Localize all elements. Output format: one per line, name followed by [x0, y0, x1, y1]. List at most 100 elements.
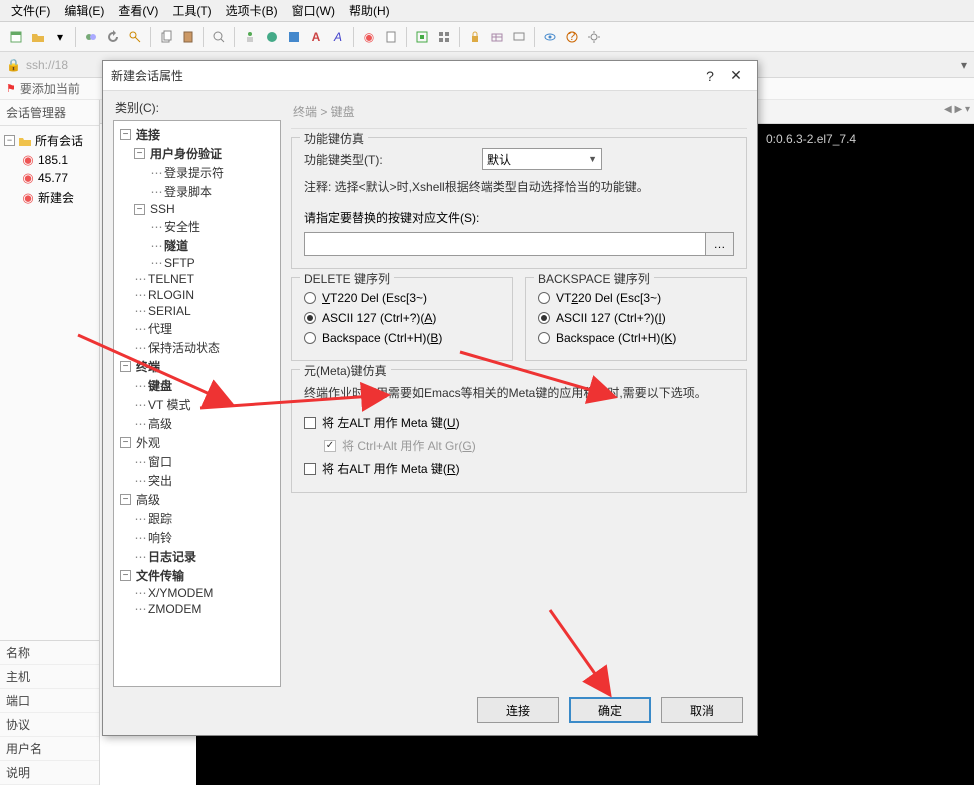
- cat-xymodem[interactable]: ⋯X/YMODEM: [116, 585, 278, 601]
- menu-view[interactable]: 查看(V): [111, 0, 165, 22]
- del-vt220[interactable]: VT220 Del (Esc[3~): [304, 288, 500, 308]
- dropdown-icon[interactable]: ▾: [50, 27, 70, 47]
- cat-logging[interactable]: ⋯日志记录: [116, 547, 278, 566]
- address-dropdown[interactable]: ▾: [954, 58, 974, 72]
- menu-file[interactable]: 文件(F): [4, 0, 57, 22]
- grid-icon[interactable]: [487, 27, 507, 47]
- settings-panel: 终端 > 键盘 功能键仿真 功能键类型(T): 默认 ▼ 注释: 选择<默认>时…: [291, 99, 747, 687]
- cat-appearance[interactable]: −外观: [116, 433, 278, 452]
- breadcrumb: 终端 > 键盘: [291, 99, 747, 129]
- copy-icon[interactable]: [156, 27, 176, 47]
- new-icon[interactable]: [6, 27, 26, 47]
- tree-item-1[interactable]: ◉ 45.77: [2, 169, 97, 187]
- menu-edit[interactable]: 编辑(E): [57, 0, 111, 22]
- session-manager: 会话管理器 − 所有会话 ◉ 185.1 ◉ 45.77 ◉ 新建会: [0, 100, 100, 785]
- fullscreen-icon[interactable]: [412, 27, 432, 47]
- browse-button[interactable]: …: [706, 232, 734, 256]
- cat-highlight[interactable]: ⋯突出: [116, 471, 278, 490]
- cat-filetrans[interactable]: −文件传输: [116, 566, 278, 585]
- cat-keepalive[interactable]: ⋯保持活动状态: [116, 338, 278, 357]
- swirl-icon[interactable]: ◉: [359, 27, 379, 47]
- globe-icon[interactable]: [262, 27, 282, 47]
- cat-trace[interactable]: ⋯跟踪: [116, 509, 278, 528]
- cat-terminal[interactable]: −终端: [116, 357, 278, 376]
- tree-item-label: 新建会: [38, 189, 74, 206]
- dialog-close-button[interactable]: ✕: [723, 67, 749, 84]
- cat-bell[interactable]: ⋯响铃: [116, 528, 278, 547]
- menu-window[interactable]: 窗口(W): [285, 0, 342, 22]
- cat-rlogin[interactable]: ⋯RLOGIN: [116, 287, 278, 303]
- connect-button[interactable]: 连接: [477, 697, 559, 723]
- function-key-group: 功能键仿真 功能键类型(T): 默认 ▼ 注释: 选择<默认>时,Xshell根…: [291, 137, 747, 269]
- cat-login-prompt[interactable]: ⋯登录提示符: [116, 163, 278, 182]
- prop-port: 端口: [0, 689, 99, 713]
- session-icon: ◉: [21, 191, 35, 205]
- cat-connection[interactable]: −连接: [116, 125, 278, 144]
- tree-root-label: 所有会话: [35, 132, 83, 149]
- bksp-vt220[interactable]: VT220 Del (Esc[3~): [538, 288, 734, 308]
- cat-keyboard[interactable]: ⋯键盘: [116, 376, 278, 395]
- cat-serial[interactable]: ⋯SERIAL: [116, 303, 278, 319]
- category-label: 类别(C):: [113, 99, 281, 120]
- bksp-backspace[interactable]: Backspace (Ctrl+H)(K): [538, 328, 734, 348]
- svg-text:?: ?: [569, 30, 576, 43]
- cat-adv[interactable]: −高级: [116, 490, 278, 509]
- prop-proto: 协议: [0, 713, 99, 737]
- cancel-button[interactable]: 取消: [661, 697, 743, 723]
- keymap-label: 请指定要替换的按键对应文件(S):: [304, 209, 734, 226]
- cat-vtmode[interactable]: ⋯VT 模式: [116, 395, 278, 414]
- meta-right-alt[interactable]: 将 右ALT 用作 Meta 键(R): [304, 457, 734, 480]
- func-note: 注释: 选择<默认>时,Xshell根据终端类型自动选择恰当的功能键。: [304, 178, 734, 195]
- clip-icon[interactable]: [381, 27, 401, 47]
- tab-nav-arrows[interactable]: ◀ ▶ ▾: [944, 104, 970, 115]
- person-icon[interactable]: [240, 27, 260, 47]
- keymap-file-input[interactable]: [304, 232, 706, 256]
- gear-icon[interactable]: [584, 27, 604, 47]
- menu-help[interactable]: 帮助(H): [342, 0, 397, 22]
- session-icon: ◉: [21, 153, 35, 167]
- cat-telnet[interactable]: ⋯TELNET: [116, 271, 278, 287]
- monitor-icon[interactable]: [509, 27, 529, 47]
- bksp-ascii127[interactable]: ASCII 127 (Ctrl+?)(I): [538, 308, 734, 328]
- font-icon[interactable]: A: [306, 27, 326, 47]
- tree-root[interactable]: − 所有会话: [2, 130, 97, 151]
- cat-ssh[interactable]: −SSH: [116, 201, 278, 217]
- search-icon[interactable]: [209, 27, 229, 47]
- ok-button[interactable]: 确定: [569, 697, 651, 723]
- cat-window[interactable]: ⋯窗口: [116, 452, 278, 471]
- dialog-help-button[interactable]: ?: [697, 68, 723, 84]
- reconnect-icon[interactable]: [103, 27, 123, 47]
- del-ascii127[interactable]: ASCII 127 (Ctrl+?)(A): [304, 308, 500, 328]
- tile-icon[interactable]: [434, 27, 454, 47]
- menu-tabs[interactable]: 选项卡(B): [219, 0, 285, 22]
- lock-icon[interactable]: [465, 27, 485, 47]
- del-backspace[interactable]: Backspace (Ctrl+H)(B): [304, 328, 500, 348]
- menu-tools[interactable]: 工具(T): [165, 0, 218, 22]
- color-icon[interactable]: [284, 27, 304, 47]
- dialog-buttons: 连接 确定 取消: [103, 687, 757, 735]
- tree-item-2[interactable]: ◉ 新建会: [2, 187, 97, 208]
- open-icon[interactable]: [28, 27, 48, 47]
- cat-advanced[interactable]: ⋯高级: [116, 414, 278, 433]
- key-icon[interactable]: [125, 27, 145, 47]
- cat-sftp[interactable]: ⋯SFTP: [116, 255, 278, 271]
- help-icon[interactable]: ?: [562, 27, 582, 47]
- property-list: 名称 主机 端口 协议 用户名 说明: [0, 640, 99, 785]
- cat-security[interactable]: ⋯安全性: [116, 217, 278, 236]
- meta-left-alt[interactable]: 将 左ALT 用作 Meta 键(U): [304, 411, 734, 434]
- cat-zmodem[interactable]: ⋯ZMODEM: [116, 601, 278, 617]
- backspace-seq-group: BACKSPACE 键序列 VT220 Del (Esc[3~) ASCII 1…: [525, 277, 747, 361]
- session-icon: ◉: [21, 171, 35, 185]
- paste-icon[interactable]: [178, 27, 198, 47]
- cat-proxy[interactable]: ⋯代理: [116, 319, 278, 338]
- cat-login-script[interactable]: ⋯登录脚本: [116, 182, 278, 201]
- func-type-combo[interactable]: 默认 ▼: [482, 148, 602, 170]
- connect-icon[interactable]: [81, 27, 101, 47]
- cat-auth[interactable]: −用户身份验证: [116, 144, 278, 163]
- menu-bar: 文件(F) 编辑(E) 查看(V) 工具(T) 选项卡(B) 窗口(W) 帮助(…: [0, 0, 974, 22]
- tree-item-0[interactable]: ◉ 185.1: [2, 151, 97, 169]
- cat-tunnel[interactable]: ⋯隧道: [116, 236, 278, 255]
- eye-icon[interactable]: [540, 27, 560, 47]
- font2-icon[interactable]: A: [328, 27, 348, 47]
- collapse-icon[interactable]: −: [4, 135, 15, 146]
